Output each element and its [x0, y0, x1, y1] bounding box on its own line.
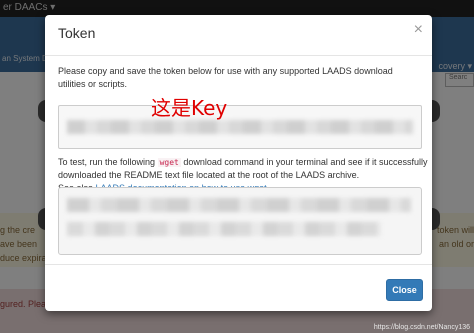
key-annotation: 这是Key: [151, 96, 228, 120]
token-value-redacted: [67, 120, 413, 134]
modal-title: Token: [58, 25, 96, 41]
command-line-redacted: [67, 222, 381, 236]
watermark: https://blog.csdn.net/Nancy136: [373, 324, 470, 331]
close-icon[interactable]: ×: [414, 22, 423, 38]
wget-code: wget: [157, 158, 181, 167]
modal-header: Token ×: [45, 15, 432, 56]
token-modal: Token × Please copy and save the token b…: [45, 15, 432, 311]
token-field[interactable]: [58, 105, 422, 149]
test-text-before: To test, run the following: [58, 157, 156, 167]
wget-command-box[interactable]: [58, 187, 422, 255]
command-line-redacted: [67, 198, 411, 212]
modal-footer: Close: [45, 264, 432, 311]
close-button[interactable]: Close: [386, 279, 423, 301]
token-instructions: Please copy and save the token below for…: [58, 66, 393, 89]
